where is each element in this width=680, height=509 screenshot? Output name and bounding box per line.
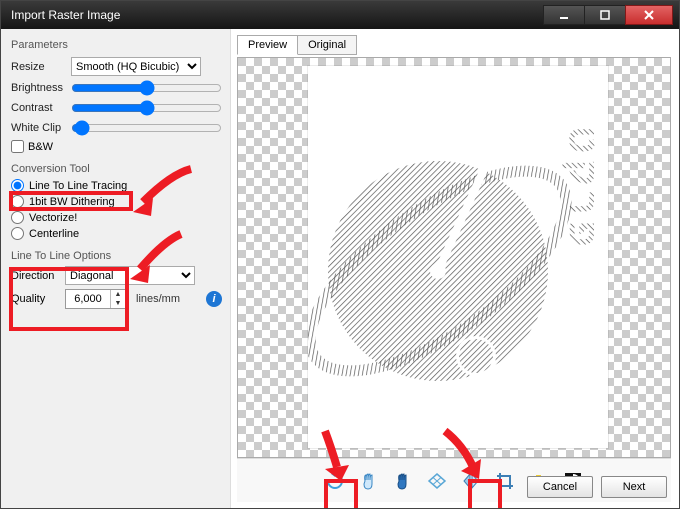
svg-text:פרקט: פרקט: [561, 126, 605, 253]
pan-button[interactable]: [356, 468, 382, 494]
direction-select[interactable]: Diagonal: [65, 266, 195, 285]
radio-centerline[interactable]: [11, 227, 24, 240]
radio-dither[interactable]: [11, 195, 24, 208]
radio-vectorize-label: Vectorize!: [29, 212, 77, 224]
parameters-panel: Parameters Resize Smooth (HQ Bicubic) Br…: [1, 29, 231, 508]
quality-down[interactable]: ▼: [111, 299, 125, 308]
contrast-slider[interactable]: [71, 100, 222, 116]
minimize-button[interactable]: [543, 5, 585, 25]
line2line-options-heading: Line To Line Options: [11, 250, 222, 262]
next-button[interactable]: Next: [601, 476, 667, 498]
parameters-heading: Parameters: [11, 39, 222, 51]
rotate-ccw-button[interactable]: [322, 468, 348, 494]
preview-area[interactable]: פרקט: [237, 57, 671, 458]
close-button[interactable]: [625, 5, 673, 25]
quality-stepper[interactable]: ▲▼: [65, 289, 126, 309]
titlebar: Import Raster Image: [1, 1, 679, 29]
maximize-button[interactable]: [584, 5, 626, 25]
radio-line2line[interactable]: [11, 179, 24, 192]
resize-label: Resize: [11, 61, 65, 73]
grid-button[interactable]: [424, 468, 450, 494]
direction-label: Direction: [11, 270, 59, 282]
crop-button[interactable]: [492, 468, 518, 494]
contrast-label: Contrast: [11, 102, 65, 114]
radio-centerline-label: Centerline: [29, 228, 79, 240]
quality-input[interactable]: [66, 290, 110, 308]
bw-checkbox[interactable]: [11, 140, 24, 153]
brightness-slider[interactable]: [71, 80, 222, 96]
conversion-heading: Conversion Tool: [11, 163, 222, 175]
info-icon[interactable]: i: [206, 291, 222, 307]
whiteclip-slider[interactable]: [71, 120, 222, 136]
cancel-button[interactable]: Cancel: [527, 476, 593, 498]
quality-unit: lines/mm: [136, 293, 180, 305]
bw-label: B&W: [28, 141, 53, 153]
tab-original[interactable]: Original: [297, 35, 357, 55]
preview-image: פרקט: [308, 66, 608, 448]
radio-dither-label: 1bit BW Dithering: [29, 196, 115, 208]
zoom-fit-button[interactable]: [390, 468, 416, 494]
quality-up[interactable]: ▲: [111, 290, 125, 299]
quality-label: Quality: [11, 293, 59, 305]
whiteclip-label: White Clip: [11, 122, 65, 134]
tabs: Preview Original: [237, 35, 671, 55]
tab-preview[interactable]: Preview: [237, 35, 298, 55]
window-title: Import Raster Image: [7, 8, 544, 22]
preview-canvas: פרקט: [308, 66, 608, 448]
flip-h-button[interactable]: [458, 468, 484, 494]
resize-select[interactable]: Smooth (HQ Bicubic): [71, 57, 201, 76]
radio-line2line-label: Line To Line Tracing: [29, 180, 127, 192]
brightness-label: Brightness: [11, 82, 65, 94]
radio-vectorize[interactable]: [11, 211, 24, 224]
